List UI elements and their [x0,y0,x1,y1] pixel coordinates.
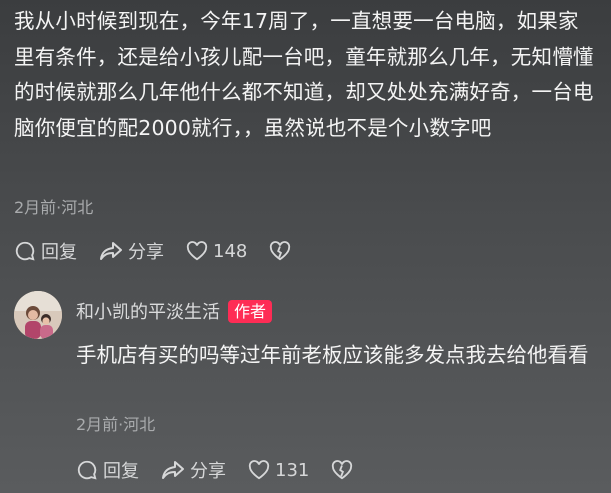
share-label: 分享 [190,461,226,482]
reply-author-name[interactable]: 和小凯的平淡生活 [76,298,220,324]
reply-reply-button[interactable]: 回复 [76,457,139,483]
like-count: 131 [275,459,310,481]
reply-author-row: 和小凯的平淡生活 作者 [76,298,273,324]
author-badge: 作者 [228,299,273,323]
reply-label: 回复 [41,242,77,263]
reply-text: 手机店有买的吗等过年前老板应该能多发点我去给他看看 [76,343,589,367]
broken-heart-icon [332,460,353,480]
share-label: 分享 [128,242,164,263]
avatar[interactable] [14,291,62,339]
main-comment-meta: 2月前·河北 [14,198,94,217]
like-button[interactable]: 148 [186,241,247,262]
like-count: 148 [213,240,248,262]
dislike-button[interactable] [269,241,296,261]
share-button[interactable]: 分享 [99,238,164,264]
heart-icon [248,460,270,480]
reply-dislike-button[interactable] [331,460,358,480]
share-arrow-icon [100,242,122,260]
reply-share-button[interactable]: 分享 [161,457,226,483]
reply-label: 回复 [103,461,139,482]
reply-meta: 2月前·河北 [76,415,156,434]
comment-bubble-icon [77,460,97,480]
comment-bubble-icon [15,241,35,261]
reply-actions: 回复 分享 131 [76,457,380,483]
share-arrow-icon [162,461,184,479]
broken-heart-icon [270,241,291,261]
reply-button[interactable]: 回复 [14,238,77,264]
main-comment-actions: 回复 分享 148 [14,238,318,264]
heart-icon [186,241,208,261]
reply-like-button[interactable]: 131 [248,460,309,481]
main-comment-text: 我从小时候到现在，今年17周了，一直想要一台电脑，如果家里有条件，还是给小孩儿配… [14,9,594,140]
